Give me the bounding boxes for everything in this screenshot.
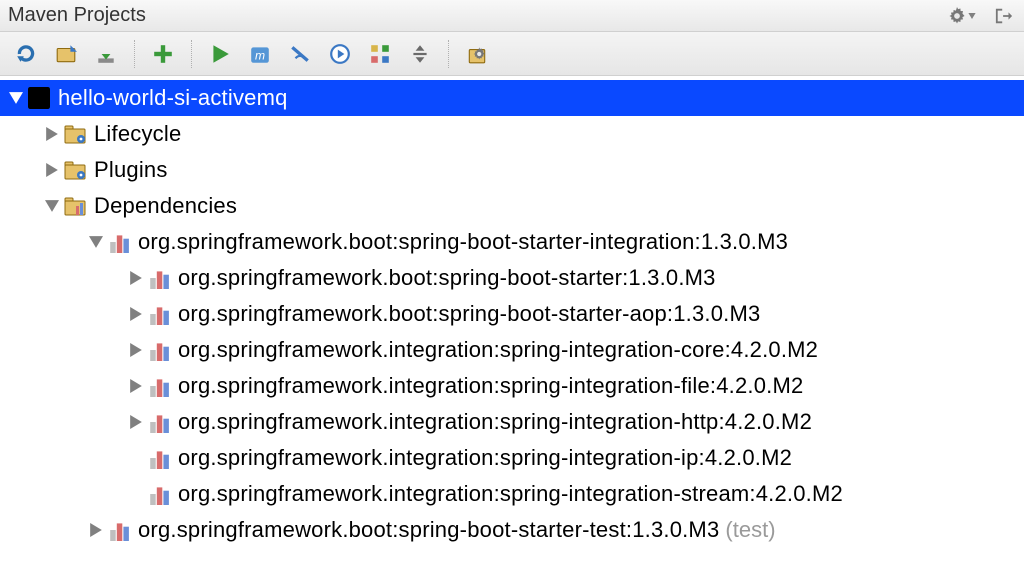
tree-item-label: Dependencies [94, 189, 237, 223]
tree-item-label: org.springframework.integration:spring-i… [178, 405, 812, 439]
tree-item-label: Lifecycle [94, 117, 181, 151]
toolbar-generate-sources-icon[interactable] [52, 40, 80, 68]
jar-icon [146, 373, 172, 399]
tree-dependency[interactable]: org.springframework.boot:spring-boot-sta… [0, 260, 1024, 296]
expand-arrow-icon[interactable] [6, 88, 26, 108]
toolbar-add-icon[interactable] [149, 40, 177, 68]
toolbar-run-maven-icon[interactable] [246, 40, 274, 68]
expand-arrow-spacer [126, 448, 146, 468]
tree-item-label: org.springframework.boot:spring-boot-sta… [138, 225, 788, 259]
tree-plugins[interactable]: Plugins [0, 152, 1024, 188]
expand-arrow-icon[interactable] [126, 268, 146, 288]
tree-dependency[interactable]: org.springframework.integration:spring-i… [0, 440, 1024, 476]
tree-root-label: hello-world-si-activemq [58, 81, 288, 115]
tree-dependency[interactable]: org.springframework.boot:spring-boot-sta… [0, 296, 1024, 332]
folder-plugins-icon [62, 157, 88, 183]
toolbar-separator [448, 40, 449, 68]
toolbar-settings-icon[interactable] [463, 40, 491, 68]
titlebar-gear-icon[interactable] [948, 2, 976, 30]
tree-dependency[interactable]: org.springframework.integration:spring-i… [0, 368, 1024, 404]
jar-icon [106, 517, 132, 543]
tree-dependency[interactable]: org.springframework.integration:spring-i… [0, 332, 1024, 368]
jar-icon [146, 265, 172, 291]
expand-arrow-icon[interactable] [86, 232, 106, 252]
dependency-scope: (test) [725, 513, 775, 547]
titlebar: Maven Projects [0, 0, 1024, 32]
expand-arrow-spacer [126, 484, 146, 504]
tree-dependency[interactable]: org.springframework.integration:spring-i… [0, 404, 1024, 440]
expand-arrow-icon[interactable] [42, 124, 62, 144]
jar-icon [146, 481, 172, 507]
expand-arrow-icon[interactable] [42, 160, 62, 180]
titlebar-hide-icon[interactable] [990, 2, 1018, 30]
jar-icon [146, 337, 172, 363]
tree-item-label: org.springframework.integration:spring-i… [178, 441, 792, 475]
expand-arrow-icon[interactable] [126, 376, 146, 396]
toolbar-refresh-icon[interactable] [12, 40, 40, 68]
tree: hello-world-si-activemq Lifecycle Plugin… [0, 76, 1024, 568]
tree-lifecycle[interactable]: Lifecycle [0, 116, 1024, 152]
toolbar-toggle-offline-icon[interactable] [286, 40, 314, 68]
tree-dependency[interactable]: org.springframework.boot:spring-boot-sta… [0, 224, 1024, 260]
toolbar-dependency-graph-icon[interactable] [366, 40, 394, 68]
tree-item-label: org.springframework.boot:spring-boot-sta… [138, 513, 719, 547]
tree-item-label: org.springframework.integration:spring-i… [178, 477, 843, 511]
expand-arrow-icon[interactable] [86, 520, 106, 540]
toolbar-collapse-all-icon[interactable] [406, 40, 434, 68]
tree-dependency[interactable]: org.springframework.integration:spring-i… [0, 476, 1024, 512]
tree-item-label: org.springframework.integration:spring-i… [178, 369, 803, 403]
toolbar-download-icon[interactable] [92, 40, 120, 68]
tree-dependencies[interactable]: Dependencies [0, 188, 1024, 224]
toolbar-separator [134, 40, 135, 68]
titlebar-title: Maven Projects [8, 4, 146, 27]
expand-arrow-icon[interactable] [126, 412, 146, 432]
expand-arrow-icon[interactable] [42, 196, 62, 216]
toolbar-execute-goal-icon[interactable] [326, 40, 354, 68]
toolbar-separator [191, 40, 192, 68]
folder-lifecycle-icon [62, 121, 88, 147]
module-icon [26, 85, 52, 111]
tree-item-label: Plugins [94, 153, 168, 187]
expand-arrow-icon[interactable] [126, 340, 146, 360]
toolbar-run-icon[interactable] [206, 40, 234, 68]
tree-item-label: org.springframework.boot:spring-boot-sta… [178, 297, 760, 331]
toolbar [0, 32, 1024, 76]
jar-icon [146, 409, 172, 435]
folder-dependencies-icon [62, 193, 88, 219]
tree-root[interactable]: hello-world-si-activemq [0, 80, 1024, 116]
tree-dependency[interactable]: org.springframework.boot:spring-boot-sta… [0, 512, 1024, 548]
jar-icon [146, 301, 172, 327]
tree-item-label: org.springframework.boot:spring-boot-sta… [178, 261, 716, 295]
tree-item-label: org.springframework.integration:spring-i… [178, 333, 818, 367]
expand-arrow-icon[interactable] [126, 304, 146, 324]
jar-icon [146, 445, 172, 471]
jar-icon [106, 229, 132, 255]
